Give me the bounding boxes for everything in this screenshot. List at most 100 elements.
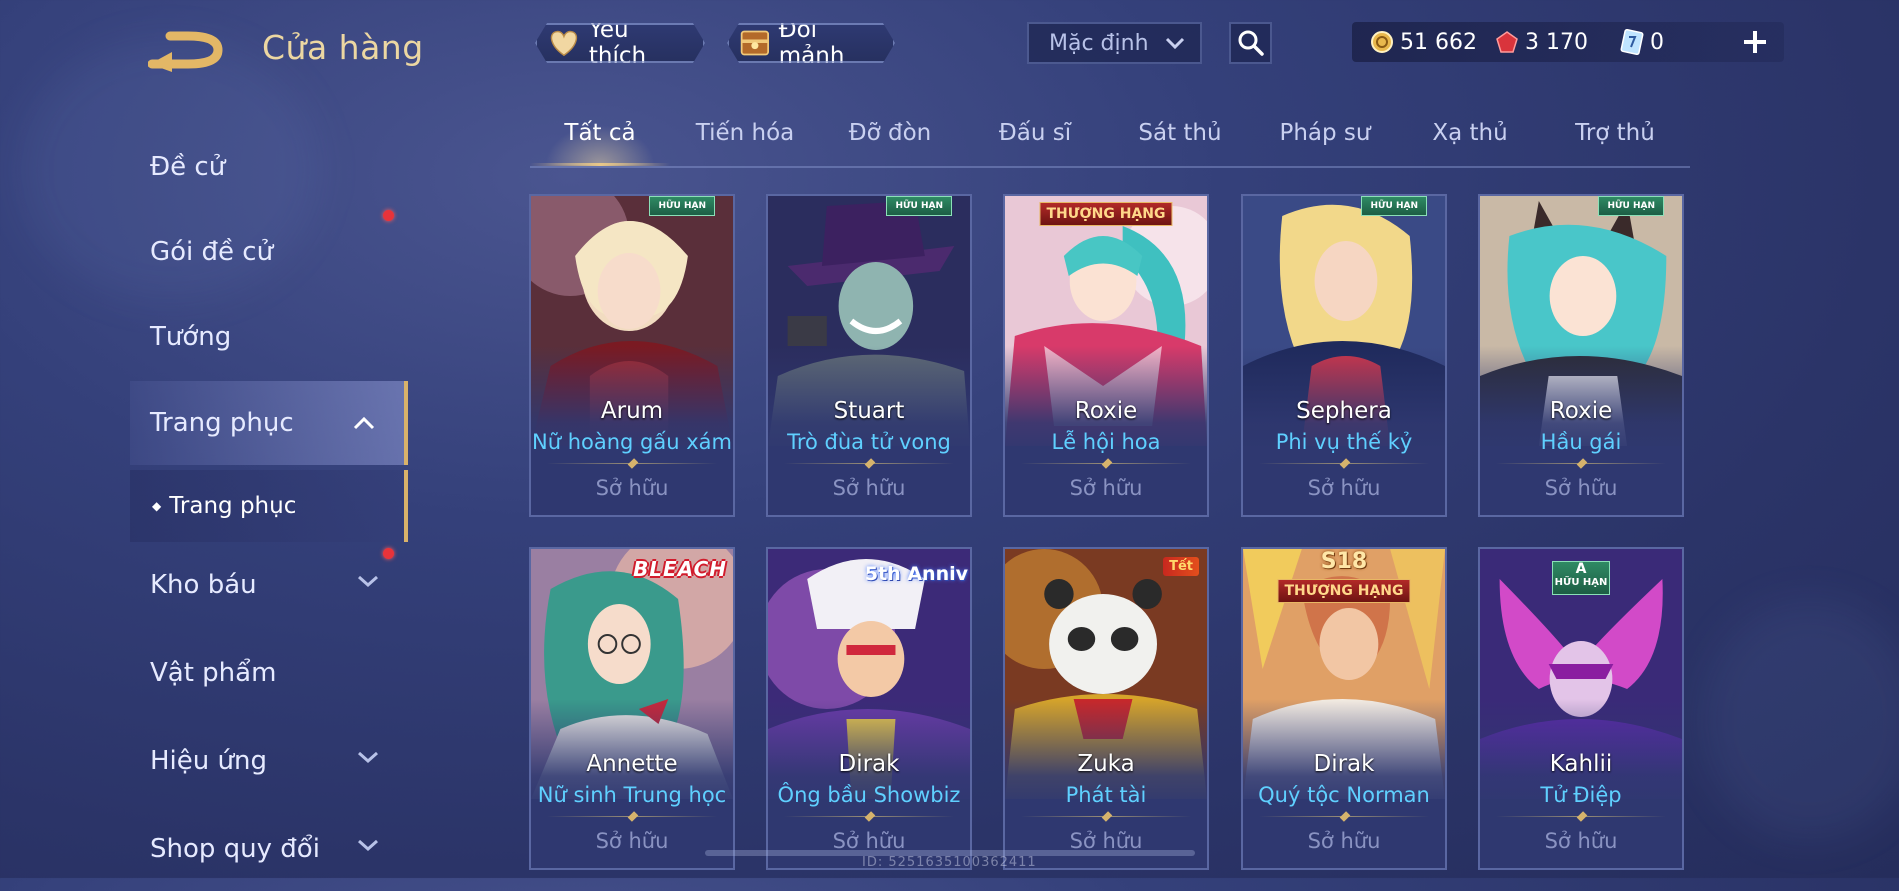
watermark-id: ID: 5251635100362411 (862, 855, 1037, 870)
sidebar-subitem-label: Trang phục (169, 493, 297, 519)
skin-card[interactable]: 5th Anniv Dirak Ông bầu Showbiz Sở hữu (766, 547, 972, 870)
skin-card[interactable]: BLEACH Annette Nữ sinh Trung học Sở hữu (529, 547, 735, 870)
sidebar-item-label: Kho báu (150, 570, 257, 600)
skin-name: Nữ hoàng gấu xám (532, 430, 732, 454)
sidebar-item-label: Trang phục (150, 408, 294, 438)
sidebar-item-label: Gói đề cử (150, 237, 274, 267)
gold-currency: 51 662 (1370, 22, 1477, 62)
divider-gem-icon (1576, 458, 1588, 469)
voucher-amount: 0 (1650, 29, 1664, 55)
owned-status: Sở hữu (595, 829, 669, 853)
tab-assassin[interactable]: Sát thủ (1110, 120, 1250, 146)
chevron-down-icon (1165, 37, 1185, 50)
chest-icon (739, 26, 771, 60)
hero-name: Zuka (1077, 751, 1135, 777)
back-arrow-icon (147, 31, 223, 72)
page-title: Cửa hàng (262, 28, 424, 67)
sidebar-item-label: Vật phẩm (150, 658, 277, 688)
search-button[interactable] (1229, 22, 1272, 64)
skin-card[interactable]: HỮU HẠN Arum Nữ hoàng gấu xám Sở hữu (529, 194, 735, 517)
owned-status: Sở hữu (1307, 829, 1381, 853)
exchange-fragments-button[interactable]: Đổi mảnh (727, 23, 895, 63)
chevron-up-icon (353, 416, 375, 430)
back-button[interactable] (147, 28, 230, 72)
divider-gem-icon (1576, 811, 1588, 822)
hero-name: Dirak (1313, 751, 1375, 777)
top-up-button[interactable] (1735, 22, 1775, 62)
skin-name: Lễ hội hoa (1051, 430, 1161, 454)
tab-evolution[interactable]: Tiến hóa (675, 120, 815, 146)
skin-card[interactable]: HỮU HẠN Stuart Trò đùa tử vong Sở hữu (766, 194, 972, 517)
divider-gem-icon (1101, 458, 1113, 469)
sidebar-subitem-skins[interactable]: ◆ Trang phục (130, 470, 408, 542)
hero-name: Sephera (1296, 398, 1392, 424)
premium-rank-badge: THƯỢNG HẠNG (1277, 579, 1411, 603)
sidebar-item-items[interactable]: Vật phẩm (130, 631, 408, 715)
sidebar-item-featured[interactable]: Đề cử (130, 125, 408, 209)
skin-name: Ông bầu Showbiz (777, 783, 961, 807)
hero-name: Annette (586, 751, 678, 777)
divider-gem-icon (627, 811, 639, 822)
hero-name: Dirak (838, 751, 900, 777)
owned-status: Sở hữu (1307, 476, 1381, 500)
notification-dot (383, 548, 394, 559)
tab-marksman[interactable]: Xạ thủ (1400, 120, 1540, 146)
sidebar-item-treasure[interactable]: Kho báu (130, 543, 408, 627)
hero-name: Roxie (1074, 398, 1138, 424)
sidebar-item-featured-bundles[interactable]: Gói đề cử (130, 210, 408, 294)
sidebar: Đề cử Gói đề cử Tướng Trang phục ◆ Trang… (130, 125, 410, 878)
skin-card[interactable]: A HỮU HẠN Kahlii Tử Điệp Sở hữu (1478, 547, 1684, 870)
hero-name: Stuart (833, 398, 905, 424)
exchange-label: Đổi mảnh (778, 17, 845, 69)
premium-rank-badge: THƯỢNG HẠNG (1039, 202, 1173, 226)
skin-card[interactable]: THƯỢNG HẠNG Roxie Lễ hội hoa Sở hữu (1003, 194, 1209, 517)
skin-name: Tử Điệp (1540, 783, 1622, 807)
favorites-label: Yêu thích (588, 17, 647, 69)
limited-label: HỮU HẠN (1554, 577, 1608, 588)
plus-icon (1744, 31, 1766, 53)
limited-badge: HỮU HẠN (886, 196, 952, 216)
sidebar-item-label: Đề cử (150, 152, 226, 182)
tab-tank[interactable]: Đỡ đòn (820, 120, 960, 146)
gold-coin-icon (1371, 31, 1393, 53)
hero-name: Roxie (1549, 398, 1613, 424)
sidebar-item-label: Tướng (150, 322, 232, 352)
owned-status: Sở hữu (832, 476, 906, 500)
limited-badge: HỮU HẠN (1598, 196, 1664, 216)
sidebar-item-label: Hiệu ứng (150, 746, 267, 776)
skin-name: Phi vụ thế kỷ (1275, 430, 1413, 454)
gold-amount: 51 662 (1400, 29, 1477, 55)
skin-name: Quý tộc Norman (1258, 783, 1430, 807)
skin-name: Nữ sinh Trung học (537, 783, 727, 807)
favorites-button[interactable]: Yêu thích (535, 23, 705, 63)
skin-card[interactable]: Tết Zuka Phát tài Sở hữu (1003, 547, 1209, 870)
collab-badge: BLEACH (633, 557, 727, 581)
divider-gem-icon (1339, 811, 1351, 822)
sidebar-item-effects[interactable]: Hiệu ứng (130, 719, 408, 803)
season-badge: S18 (1320, 549, 1368, 574)
active-tab-underline (530, 163, 670, 166)
category-tabs: Tất cả Tiến hóa Đỡ đòn Đấu sĩ Sát thủ Ph… (530, 110, 1690, 168)
skin-card[interactable]: HỮU HẠN Roxie Hầu gái Sở hữu (1478, 194, 1684, 517)
tab-fighter[interactable]: Đấu sĩ (965, 120, 1105, 146)
tab-all[interactable]: Tất cả (530, 120, 670, 146)
owned-status: Sở hữu (1544, 829, 1618, 853)
ruby-gem-icon (1496, 31, 1518, 53)
ruby-amount: 3 170 (1525, 29, 1588, 55)
sidebar-item-exchange-shop[interactable]: Shop quy đổi (130, 807, 408, 891)
sort-value: Mặc định (1049, 30, 1149, 56)
divider-gem-icon (1339, 458, 1351, 469)
skin-card[interactable]: S18 THƯỢNG HẠNG Dirak Quý tộc Norman Sở … (1241, 547, 1447, 870)
skin-card[interactable]: HỮU HẠN Sephera Phi vụ thế kỷ Sở hữu (1241, 194, 1447, 517)
tab-support[interactable]: Trợ thủ (1545, 120, 1685, 146)
tab-mage[interactable]: Pháp sư (1255, 120, 1395, 146)
search-icon (1238, 30, 1264, 56)
notification-dot (383, 210, 394, 221)
sidebar-item-heroes[interactable]: Tướng (130, 295, 408, 379)
skin-name: Hầu gái (1540, 430, 1622, 454)
grade-a-badge: A HỮU HẠN (1552, 561, 1610, 595)
sidebar-item-skins[interactable]: Trang phục (130, 381, 408, 465)
sort-dropdown[interactable]: Mặc định (1027, 22, 1202, 64)
ruby-currency: 3 170 (1495, 22, 1588, 62)
skin-name: Phát tài (1065, 783, 1147, 807)
